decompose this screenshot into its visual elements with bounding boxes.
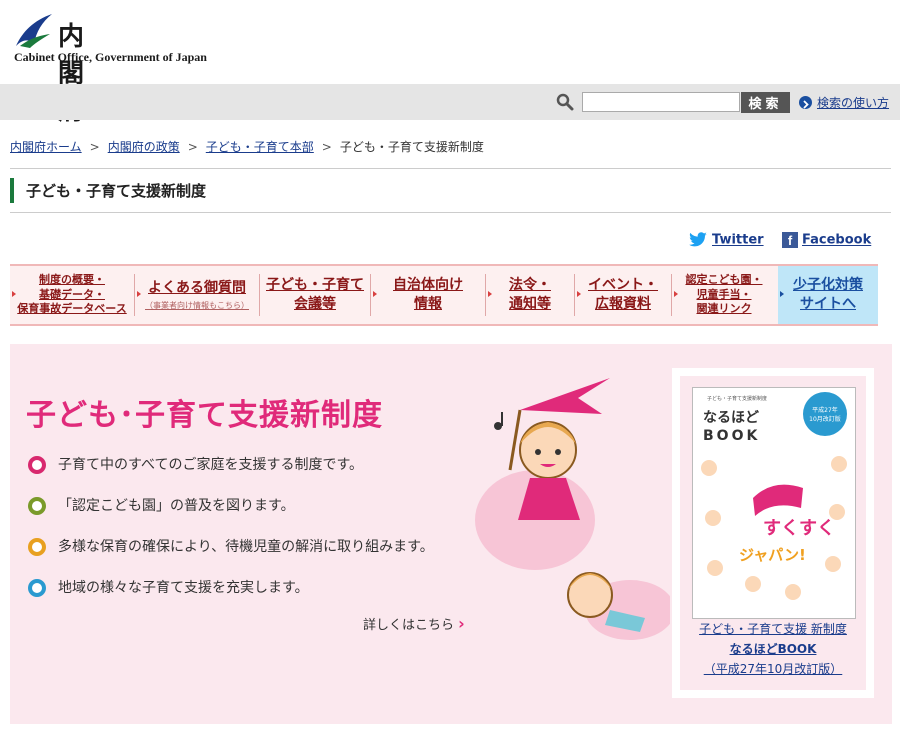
menu-label: 少子化対策 サイトへ (793, 277, 863, 312)
search-button[interactable]: 検索 (741, 92, 790, 113)
arrow-right-icon (488, 291, 492, 297)
svg-text:子ども・子育て支援新制度: 子ども・子育て支援新制度 (707, 395, 767, 402)
menu-item-faq[interactable]: よくある御質問 （事業者向け情報もこちら） (135, 266, 259, 324)
divider (10, 212, 891, 213)
twitter-share[interactable]: Twitter (688, 232, 764, 248)
section-menu: 制度の概要・ 基礎データ・ 保育事故データベース よくある御質問 （事業者向け情報も… (10, 264, 878, 326)
hero-bullet: 多様な保育の確保により、待機児童の解消に取り組みます。 (28, 536, 434, 556)
breadcrumb-separator: > (321, 140, 332, 154)
svg-text:ジャパン!: ジャパン! (739, 546, 806, 564)
breadcrumb: 内閣府ホーム > 内閣府の政策 > 子ども・子育て本部 > 子ども・子育て支援新制度 (10, 138, 484, 155)
menu-label: よくある御質問 (148, 279, 246, 296)
arrow-right-icon (577, 291, 581, 297)
breadcrumb-separator: > (187, 140, 198, 154)
search-bar: 検索 検索の使い方 (0, 84, 900, 120)
circle-bullet-icon (28, 538, 46, 556)
book-caption-line1[interactable]: 子ども・子育て支援 新制度 (680, 620, 866, 637)
hero-bullet: 「認定こども園」の普及を図ります。 (28, 495, 295, 515)
search-input[interactable] (582, 92, 740, 112)
svg-text:平成27年: 平成27年 (812, 406, 838, 414)
facebook-icon: f (782, 232, 798, 248)
book-cover-illustration: 子ども・子育て支援新制度 なるほど BOOK 平成27年 10月改訂版 すくすく… (693, 388, 855, 618)
arrow-right-icon (674, 291, 678, 297)
twitter-bird-icon (689, 232, 707, 247)
menu-item-local-gov[interactable]: 自治体向け 情報 (371, 266, 485, 324)
hero-bullet: 地域の様々な子育て支援を充実します。 (28, 577, 309, 597)
facebook-link[interactable]: Facebook (802, 233, 871, 248)
chevron-right-icon: › (458, 614, 465, 633)
chevron-right-circle-icon (799, 96, 812, 109)
svg-text:10月改訂版: 10月改訂版 (809, 415, 841, 423)
book-caption-line3[interactable]: （平成27年10月改訂版） (680, 660, 866, 677)
arrow-right-icon (780, 291, 784, 297)
twitter-link[interactable]: Twitter (712, 233, 764, 248)
circle-bullet-icon (28, 579, 46, 597)
mascot-illustration (475, 378, 670, 640)
arrow-right-icon (137, 291, 141, 297)
book-caption-line2[interactable]: なるほどBOOK (680, 640, 866, 657)
title-accent-bar (10, 178, 14, 203)
menu-label: 認定こども園・ 児童手当・ 関連リンク (685, 272, 763, 316)
menu-label: イベント・ 広報資料 (588, 277, 658, 312)
breadcrumb-children-headquarters[interactable]: 子ども・子育て本部 (206, 140, 314, 154)
circle-bullet-icon (28, 456, 46, 474)
breadcrumb-policy[interactable]: 内閣府の政策 (108, 140, 180, 154)
facebook-share[interactable]: f Facebook (782, 232, 871, 248)
svg-text:BOOK: BOOK (703, 428, 760, 444)
breadcrumb-separator: > (89, 140, 100, 154)
svg-text:なるほど: なるほど (703, 410, 759, 426)
divider (10, 168, 891, 169)
breadcrumb-home[interactable]: 内閣府ホーム (10, 140, 82, 154)
menu-item-events[interactable]: イベント・ 広報資料 (575, 266, 671, 324)
details-link[interactable]: 詳しくはこちら › (363, 614, 465, 633)
menu-item-birthrate-site[interactable]: 少子化対策 サイトへ (778, 266, 878, 324)
book-main-title: すくすく (763, 518, 835, 539)
menu-sublabel: （事業者向け情報もこちら） (145, 301, 249, 311)
menu-label: 制度の概要・ 基礎データ・ 保育事故データベース (17, 272, 127, 316)
site-header: 内閣府 Cabinet Office, Government of Japan (0, 0, 900, 126)
menu-item-council[interactable]: 子ども・子育て 会議等 (260, 266, 370, 324)
logo-emblem-icon (16, 14, 52, 48)
menu-item-laws[interactable]: 法令・ 通知等 (486, 266, 574, 324)
menu-item-links[interactable]: 認定こども園・ 児童手当・ 関連リンク (672, 266, 776, 324)
search-help-link[interactable]: 検索の使い方 (817, 94, 889, 111)
book-cover-image[interactable]: 子ども・子育て支援新制度 なるほど BOOK 平成27年 10月改訂版 すくすく… (692, 387, 856, 619)
menu-label: 子ども・子育て 会議等 (266, 277, 364, 312)
hero-bullet: 子育て中のすべてのご家庭を支援する制度です。 (28, 454, 363, 474)
breadcrumb-current: 子ども・子育て支援新制度 (339, 140, 484, 154)
search-icon (556, 93, 574, 111)
menu-label: 自治体向け 情報 (393, 277, 463, 312)
menu-item-overview[interactable]: 制度の概要・ 基礎データ・ 保育事故データベース (10, 266, 134, 324)
circle-bullet-icon (28, 497, 46, 515)
hero-title: 子ども･子育て支援新制度 (26, 398, 383, 433)
arrow-right-icon (373, 291, 377, 297)
menu-label: 法令・ 通知等 (509, 277, 551, 312)
logo-subtitle: Cabinet Office, Government of Japan (14, 50, 207, 64)
page-title: 子ども・子育て支援新制度 (26, 182, 207, 200)
arrow-right-icon (12, 291, 16, 297)
